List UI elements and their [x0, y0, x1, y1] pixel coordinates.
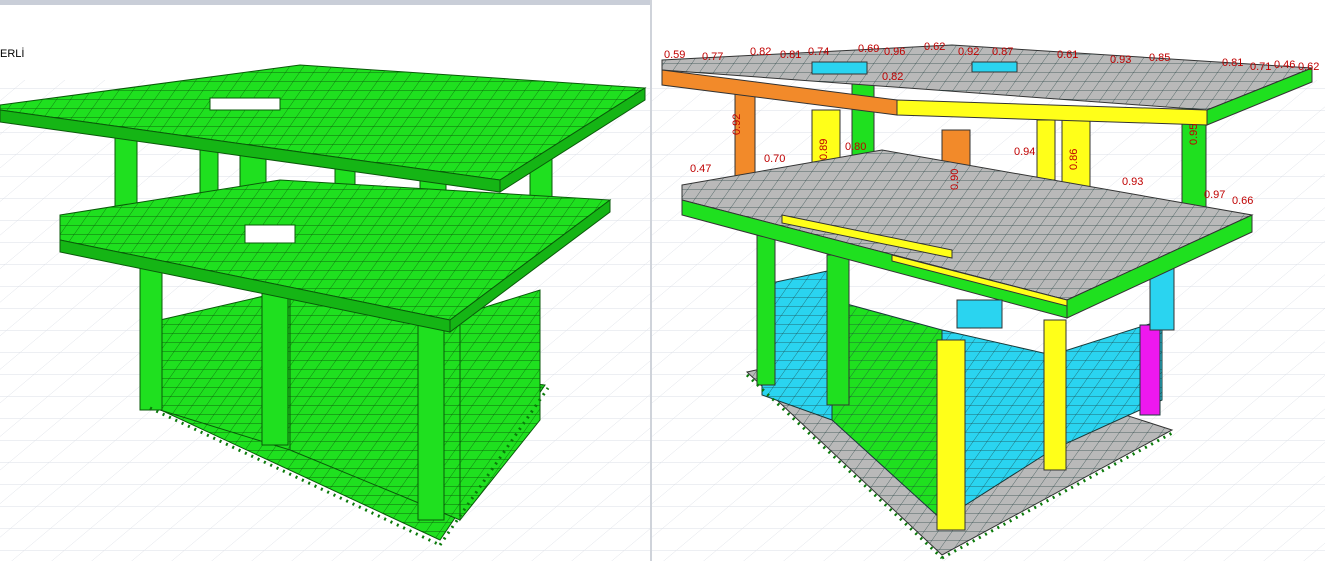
ratio-label: 0.80: [845, 141, 866, 153]
ratio-label: 0.59: [664, 49, 685, 61]
ratio-label: 0.85: [1149, 52, 1170, 64]
ratio-label: 0.92: [731, 114, 743, 135]
structure-model-left[interactable]: [0, 0, 650, 561]
column-yellow: [936, 339, 966, 531]
ratio-label: 0.92: [958, 46, 979, 58]
ratio-label: 0.77: [702, 51, 723, 63]
ratio-label: 0.81: [1222, 57, 1243, 69]
ratio-label: 0.66: [1232, 195, 1253, 207]
ratio-label: 0.71: [1250, 61, 1271, 73]
ratio-label: 0.74: [808, 46, 829, 58]
slab-opening: [209, 97, 281, 111]
viewport-title-bar: [0, 0, 650, 5]
ratio-label: 0.47: [690, 163, 711, 175]
ratio-label: 0.97: [1204, 189, 1225, 201]
ratio-label: 0.94: [1014, 146, 1035, 158]
ratio-label: 0.93: [1122, 176, 1143, 188]
left-3d-viewport[interactable]: ERLİ: [0, 0, 650, 561]
ratio-label: 0.69: [858, 43, 879, 55]
ratio-label: 0.89: [818, 139, 830, 160]
column-green: [826, 254, 850, 406]
column-orange: [734, 89, 756, 186]
column-yellow: [1036, 119, 1056, 181]
ratio-label: 0.96: [884, 46, 905, 58]
ratio-label: 0.82: [882, 71, 903, 83]
ratio-label: 0.95: [1188, 124, 1200, 145]
ratio-label: 0.61: [1057, 49, 1078, 61]
ratio-label: 0.81: [780, 49, 801, 61]
structure-model-right[interactable]: 0.59 0.77 0.82 0.81 0.74 0.69 0.96 0.62 …: [652, 0, 1325, 561]
column: [139, 249, 163, 411]
ratio-label: 0.82: [750, 46, 771, 58]
right-3d-viewport[interactable]: 0.59 0.77 0.82 0.81 0.74 0.69 0.96 0.62 …: [652, 0, 1325, 561]
ratio-label: 0.87: [992, 46, 1013, 58]
ratio-label: 0.62: [1298, 61, 1319, 73]
ratio-label: 0.90: [949, 169, 961, 190]
wall-magenta: [1139, 324, 1161, 416]
ratio-label: 0.93: [1110, 54, 1131, 66]
ratio-label: 0.46: [1274, 59, 1295, 71]
ratio-label: 0.86: [1068, 149, 1080, 170]
ratio-label: 0.70: [764, 153, 785, 165]
ratio-label: 0.62: [924, 41, 945, 53]
column-green: [756, 214, 776, 386]
column: [261, 274, 289, 446]
status-label: ERLİ: [0, 48, 25, 60]
column-yellow: [1043, 319, 1067, 471]
column: [417, 299, 445, 521]
slab-opening: [244, 224, 296, 244]
